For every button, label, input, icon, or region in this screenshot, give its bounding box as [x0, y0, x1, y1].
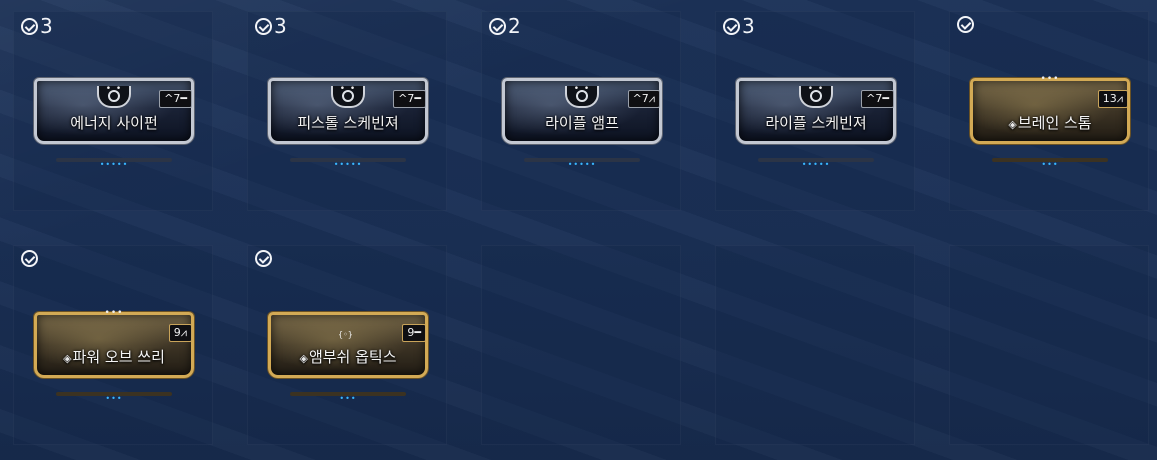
checkmark-icon — [957, 16, 974, 33]
mod-card[interactable]: ••• 13⩘ ◈브레인 스톰 ••• — [970, 74, 1130, 169]
top-dots: • • — [573, 84, 591, 94]
mod-slot[interactable]: 3 • • ^7━ 라이플 스케빈져 ••••• — [715, 11, 915, 211]
top-dots: • • — [105, 84, 123, 94]
mod-name: 라이플 스케빈져 — [765, 114, 867, 132]
mod-rank: ^7⩘ — [627, 90, 660, 108]
mod-slot[interactable]: 3 • • ^7━ 피스톨 스케빈져 ••••• — [247, 11, 447, 211]
checkmark-icon — [255, 250, 272, 267]
mod-rank: ^7━ — [861, 90, 894, 108]
mod-rank: 9⩘ — [168, 324, 192, 342]
rank-pips: ••• — [1041, 160, 1059, 169]
rank-pips: ••• — [105, 394, 123, 403]
owned-count: 3 — [40, 14, 53, 38]
mod-name: ◈앰부쉬 옵틱스 — [299, 348, 397, 366]
mod-card[interactable]: • • ^7⩘ 라이플 앰프 ••••• — [502, 74, 662, 169]
checkmark-icon — [255, 17, 272, 35]
owned-indicator — [255, 250, 274, 267]
empty-slot — [949, 245, 1149, 445]
checkmark-icon — [21, 250, 38, 267]
mod-rank: 9━ — [402, 324, 426, 342]
owned-indicator — [21, 250, 40, 267]
mod-card-frame — [34, 312, 194, 378]
empty-slot — [481, 245, 681, 445]
mod-card-frame — [268, 312, 428, 378]
mod-slot[interactable]: 3 • • ^7━ 에너지 사이펀 ••••• — [13, 11, 213, 211]
owned-count: 3 — [742, 14, 755, 38]
mod-card-frame — [970, 78, 1130, 144]
mod-slot[interactable]: 2 • • ^7⩘ 라이플 앰프 ••••• — [481, 11, 681, 211]
owned-indicator: 2 — [489, 16, 521, 36]
polarity-icon: {◦} — [338, 330, 353, 339]
owned-count: 3 — [274, 14, 287, 38]
mod-name: 에너지 사이펀 — [70, 114, 158, 132]
mod-rank: ^7━ — [159, 90, 192, 108]
mod-rank: ^7━ — [393, 90, 426, 108]
mod-card[interactable]: {◦} 9━ ◈앰부쉬 옵틱스 ••• — [268, 308, 428, 403]
top-dots: ••• — [1040, 74, 1060, 84]
owned-indicator: 3 — [255, 16, 287, 36]
empty-slot — [715, 245, 915, 445]
mod-name: 라이플 앰프 — [545, 114, 619, 132]
rank-pips: ••••• — [801, 160, 831, 169]
rare-diamond-icon: ◈ — [63, 352, 72, 365]
mod-card[interactable]: ••• 9⩘ ◈파워 오브 쓰리 ••• — [34, 308, 194, 403]
mod-name: 피스톨 스케빈져 — [297, 114, 399, 132]
mod-rank: 13⩘ — [1097, 90, 1128, 108]
top-dots: • • — [339, 84, 357, 94]
mod-name: ◈브레인 스톰 — [1008, 114, 1092, 132]
owned-indicator — [957, 16, 976, 33]
mod-slot[interactable]: ••• 9⩘ ◈파워 오브 쓰리 ••• — [13, 245, 213, 445]
owned-count: 2 — [508, 14, 521, 38]
mod-slot[interactable]: {◦} 9━ ◈앰부쉬 옵틱스 ••• — [247, 245, 447, 445]
top-dots: • • — [807, 84, 825, 94]
top-dots: ••• — [104, 308, 124, 318]
owned-indicator: 3 — [723, 16, 755, 36]
owned-indicator: 3 — [21, 16, 53, 36]
rank-pips: ••••• — [333, 160, 363, 169]
rank-pips: ••• — [339, 394, 357, 403]
mod-name: ◈파워 오브 쓰리 — [63, 348, 165, 366]
rare-diamond-icon: ◈ — [1008, 118, 1017, 131]
checkmark-icon — [723, 17, 740, 35]
checkmark-icon — [21, 17, 38, 35]
mod-slot[interactable]: ••• 13⩘ ◈브레인 스톰 ••• — [949, 11, 1149, 211]
rare-diamond-icon: ◈ — [299, 352, 308, 365]
checkmark-icon — [489, 17, 506, 35]
rank-pips: ••••• — [567, 160, 597, 169]
rank-pips: ••••• — [99, 160, 129, 169]
mod-card[interactable]: • • ^7━ 에너지 사이펀 ••••• — [34, 74, 194, 169]
mod-card[interactable]: • • ^7━ 라이플 스케빈져 ••••• — [736, 74, 896, 169]
mod-card[interactable]: • • ^7━ 피스톨 스케빈져 ••••• — [268, 74, 428, 169]
